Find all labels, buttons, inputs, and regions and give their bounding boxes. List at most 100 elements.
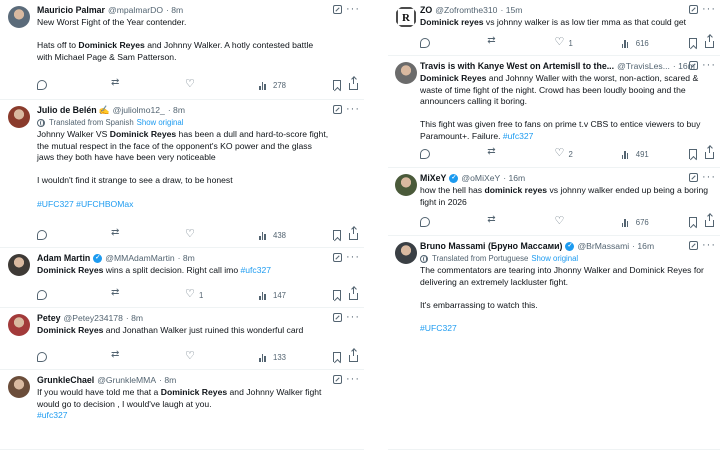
views-button[interactable]: 438 (259, 230, 333, 240)
share-icon[interactable] (349, 287, 358, 300)
retweet-button[interactable] (487, 146, 554, 159)
like-button[interactable]: 2 (555, 146, 622, 159)
hashtag-link[interactable]: #ufc327 (37, 410, 68, 420)
timestamp[interactable]: · 16m (503, 172, 525, 185)
grok-icon[interactable] (689, 5, 698, 14)
share-icon[interactable] (705, 146, 714, 159)
like-button[interactable] (555, 214, 622, 227)
tweet[interactable]: Petey @Petey234178 · 8m Dominick Reyes and … (0, 308, 364, 370)
display-name[interactable]: Adam Martin (37, 252, 90, 265)
user-handle[interactable]: @mpalmarDO (108, 4, 163, 17)
display-name[interactable]: Petey (37, 312, 60, 325)
share-icon[interactable] (349, 77, 358, 90)
bookmark-icon[interactable] (689, 217, 697, 227)
share-icon[interactable] (705, 214, 714, 227)
user-handle[interactable]: @GrunkleMMA (97, 374, 156, 387)
views-button[interactable]: 133 (259, 352, 333, 362)
retweet-button[interactable] (111, 77, 185, 90)
reply-button[interactable] (37, 230, 111, 240)
display-name[interactable]: GrunkleChael (37, 374, 94, 387)
more-icon[interactable]: ··· (702, 59, 716, 71)
avatar[interactable]: R (395, 6, 417, 28)
tweet[interactable]: Travis is with Kanye West on Artemisll t… (388, 56, 720, 168)
grok-icon[interactable] (333, 105, 342, 114)
avatar[interactable] (395, 62, 417, 84)
user-handle[interactable]: @Zofromthe310 (435, 4, 497, 17)
avatar[interactable] (8, 254, 30, 276)
reply-button[interactable] (420, 38, 487, 48)
reply-button[interactable] (420, 217, 487, 227)
display-name[interactable]: Julio de Belén (37, 104, 97, 117)
share-icon[interactable] (705, 35, 714, 48)
grok-icon[interactable] (333, 253, 342, 262)
views-button[interactable]: 676 (621, 217, 689, 227)
bookmark-icon[interactable] (333, 290, 341, 300)
reply-button[interactable] (420, 149, 487, 159)
retweet-button[interactable] (111, 349, 185, 362)
display-name[interactable]: Mauricio Palmar (37, 4, 105, 17)
views-button[interactable]: 278 (259, 80, 333, 90)
share-icon[interactable] (349, 227, 358, 240)
more-icon[interactable]: ··· (346, 251, 360, 263)
retweet-button[interactable] (487, 214, 554, 227)
tweet[interactable]: Adam Martin ✓ @MMAdamMartin · 8m Dominick Re… (0, 248, 364, 308)
tweet[interactable]: Bruno Massami (Бруно Массами) ✓ @BrMassami… (388, 236, 720, 450)
user-handle[interactable]: @MMAdamMartin (105, 252, 174, 265)
display-name[interactable]: Travis is with Kanye West on Artemisll t… (420, 60, 614, 73)
like-button[interactable] (185, 77, 259, 90)
bookmark-icon[interactable] (333, 352, 341, 362)
more-icon[interactable]: ··· (702, 171, 716, 183)
user-handle[interactable]: @TravisLes... (617, 60, 670, 73)
display-name[interactable]: ZO (420, 4, 432, 17)
views-button[interactable]: 147 (259, 290, 333, 300)
more-icon[interactable]: ··· (346, 311, 360, 323)
tweet[interactable]: MiXeY ✓ @oMiXeY · 16m how the hell has domin… (388, 168, 720, 236)
hashtag-link[interactable]: #UFC327 #UFCHBOMax (37, 199, 133, 209)
more-icon[interactable]: ··· (346, 3, 360, 15)
timestamp[interactable]: · 16m (632, 240, 654, 253)
display-name[interactable]: MiXeY (420, 172, 446, 185)
grok-icon[interactable] (689, 241, 698, 250)
share-icon[interactable] (349, 349, 358, 362)
hashtag-link[interactable]: #UFC327 (420, 323, 457, 333)
more-icon[interactable]: ··· (346, 373, 360, 385)
more-icon[interactable]: ··· (702, 3, 716, 15)
views-button[interactable]: 491 (621, 149, 689, 159)
avatar[interactable] (395, 174, 417, 196)
grok-icon[interactable] (689, 173, 698, 182)
bookmark-icon[interactable] (689, 38, 697, 48)
timestamp[interactable]: · 8m (166, 4, 183, 17)
avatar[interactable] (8, 106, 30, 128)
reply-button[interactable] (37, 290, 111, 300)
tweet[interactable]: R ZO @Zofromthe310 · 15m Dominick reyes vs j… (388, 0, 720, 56)
tweet[interactable]: Julio de Belén ✍️ @juliolmo12_ · 8m Translat… (0, 100, 364, 248)
show-original-link[interactable]: Show original (137, 117, 184, 129)
retweet-button[interactable] (487, 35, 554, 48)
hashtag-link[interactable]: #ufc327 (240, 265, 271, 275)
user-handle[interactable]: @juliolmo12_ (113, 104, 165, 117)
views-button[interactable]: 616 (621, 38, 689, 48)
like-button[interactable] (185, 349, 259, 362)
avatar[interactable] (8, 6, 30, 28)
retweet-button[interactable] (111, 227, 185, 240)
timestamp[interactable]: · 8m (159, 374, 176, 387)
bookmark-icon[interactable] (333, 230, 341, 240)
like-button[interactable]: 1 (185, 287, 259, 300)
like-button[interactable]: 1 (555, 35, 622, 48)
grok-icon[interactable] (333, 375, 342, 384)
grok-icon[interactable] (333, 5, 342, 14)
avatar[interactable] (8, 314, 30, 336)
avatar[interactable] (8, 376, 30, 398)
bookmark-icon[interactable] (689, 149, 697, 159)
display-name[interactable]: Bruno Massami (Бруно Массами) (420, 240, 562, 253)
timestamp[interactable]: · 8m (126, 312, 143, 325)
retweet-button[interactable] (111, 287, 185, 300)
user-handle[interactable]: @oMiXeY (461, 172, 500, 185)
more-icon[interactable]: ··· (702, 239, 716, 251)
reply-button[interactable] (37, 352, 111, 362)
user-handle[interactable]: @Petey234178 (63, 312, 122, 325)
like-button[interactable] (185, 227, 259, 240)
reply-button[interactable] (37, 80, 111, 90)
show-original-link[interactable]: Show original (531, 253, 578, 265)
timestamp[interactable]: · 15m (500, 4, 522, 17)
